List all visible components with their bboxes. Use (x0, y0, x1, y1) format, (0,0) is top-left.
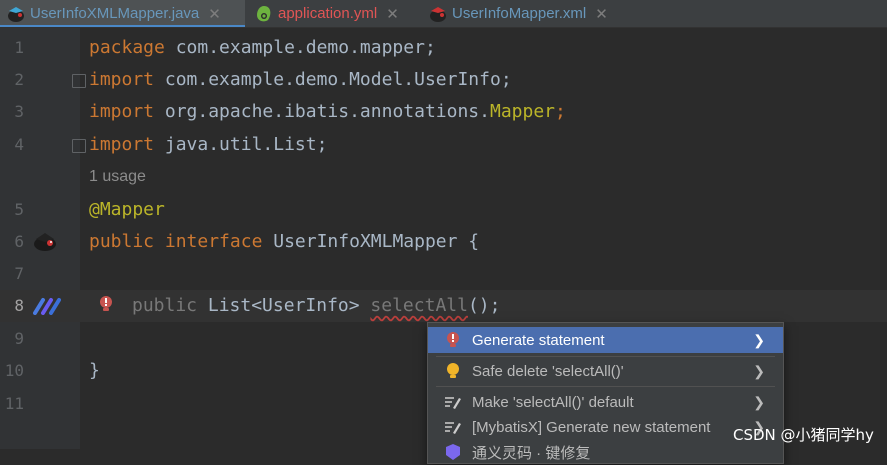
navigate-to-statement-icon[interactable] (33, 297, 61, 315)
close-icon[interactable]: ✕ (595, 5, 608, 23)
mybatis-java-icon (6, 4, 26, 24)
menu-item-generate-statement[interactable]: Generate statement ❯ (428, 327, 783, 353)
menu-item-label: 通义灵码 · 键修复 (472, 444, 591, 462)
code-text: } (89, 360, 100, 381)
close-icon[interactable]: ✕ (386, 5, 399, 23)
menu-item-label: Generate statement (472, 331, 605, 349)
keyword: interface (154, 231, 263, 252)
code-text: ; (555, 101, 566, 122)
editor-tab-bar: UserInfoXMLMapper.java ✕ application.yml… (0, 0, 887, 28)
edit-action-icon (444, 418, 462, 436)
line-number: 7 (14, 264, 24, 283)
close-icon[interactable]: ✕ (208, 5, 221, 23)
menu-item-mybatisx-generate[interactable]: [MybatisX] Generate new statement ❯ (428, 414, 783, 440)
keyword: package (89, 37, 165, 58)
keyword: public (89, 231, 155, 252)
error-bulb-icon[interactable] (98, 295, 114, 313)
mybatis-xml-icon (428, 4, 448, 24)
keyword: import (89, 69, 155, 90)
code-line-2[interactable]: import com.example.demo.Model.UserInfo; (89, 64, 512, 96)
keyword: public (132, 295, 198, 316)
menu-item-make-default[interactable]: Make 'selectAll()' default ❯ (428, 389, 783, 415)
code-line-5[interactable]: @Mapper (89, 194, 165, 226)
code-line-4[interactable]: import java.util.List; (89, 129, 327, 161)
watermark: CSDN @小猪同学hy (733, 426, 874, 444)
method-name-error: selectAll (370, 295, 468, 316)
menu-item-label: Safe delete 'selectAll()' (472, 362, 624, 380)
edit-action-icon (444, 393, 462, 411)
menu-item-tongyi-fix[interactable]: 通义灵码 · 键修复 (428, 439, 783, 465)
line-number: 5 (14, 200, 24, 219)
code-line-10[interactable]: } (89, 355, 100, 387)
line-number: 3 (14, 102, 24, 121)
fold-marker-icon[interactable] (72, 74, 86, 88)
chevron-right-icon: ❯ (753, 331, 765, 348)
tab-label: application.yml (278, 5, 378, 22)
intention-actions-popup: Generate statement ❯ Safe delete 'select… (427, 322, 784, 464)
mybatis-mapper-icon[interactable] (32, 231, 58, 253)
lightbulb-icon (444, 362, 462, 380)
usage-inlay-hint[interactable]: 1 usage (89, 161, 146, 193)
line-number: 6 (14, 232, 24, 251)
tab-label: UserInfoMapper.xml (452, 5, 587, 22)
spring-yml-icon (254, 4, 274, 24)
annotation-text: @Mapper (89, 199, 165, 220)
annotation-text: Mapper (489, 101, 556, 122)
menu-item-label: Make 'selectAll()' default (472, 393, 634, 411)
line-number: 10 (4, 361, 24, 380)
tab-userinfomapper-xml[interactable]: UserInfoMapper.xml ✕ (422, 0, 632, 27)
error-bulb-icon (444, 331, 462, 349)
line-number: 1 (14, 38, 24, 57)
tab-label: UserInfoXMLMapper.java (30, 5, 200, 22)
code-line-1[interactable]: package com.example.demo.mapper; (89, 32, 436, 64)
code-text: com.example.demo.Model.UserInfo; (154, 69, 512, 90)
menu-item-label: [MybatisX] Generate new statement (472, 418, 711, 436)
line-number: 9 (14, 329, 24, 348)
code-text: (); (467, 295, 501, 316)
tongyi-icon (444, 443, 462, 461)
line-number: 4 (14, 135, 24, 154)
code-text: java.util.List; (154, 134, 328, 155)
tab-application-yml[interactable]: application.yml ✕ (248, 0, 420, 27)
code-text: UserInfoXMLMapper { (262, 231, 480, 252)
chevron-right-icon: ❯ (753, 362, 765, 379)
code-text: org.apache.ibatis.annotations. (154, 101, 490, 122)
fold-marker-icon[interactable] (72, 139, 86, 153)
menu-divider (436, 356, 775, 357)
tab-userinfoxmlmapper-java[interactable]: UserInfoXMLMapper.java ✕ (0, 0, 245, 27)
code-text: List<UserInfo> (197, 295, 371, 316)
chevron-right-icon: ❯ (753, 393, 765, 410)
code-text: com.example.demo.mapper; (164, 37, 436, 58)
menu-divider (436, 386, 775, 387)
code-line-3[interactable]: import org.apache.ibatis.annotations.Map… (89, 96, 566, 128)
keyword: import (89, 134, 155, 155)
keyword: import (89, 101, 155, 122)
code-line-8[interactable]: public List<UserInfo> selectAll(); (132, 290, 500, 322)
line-number: 11 (4, 394, 24, 413)
menu-item-safe-delete[interactable]: Safe delete 'selectAll()' ❯ (428, 358, 783, 384)
line-number: 2 (14, 70, 24, 89)
line-number: 8 (14, 296, 24, 315)
code-line-6[interactable]: public interface UserInfoXMLMapper { (89, 226, 479, 258)
